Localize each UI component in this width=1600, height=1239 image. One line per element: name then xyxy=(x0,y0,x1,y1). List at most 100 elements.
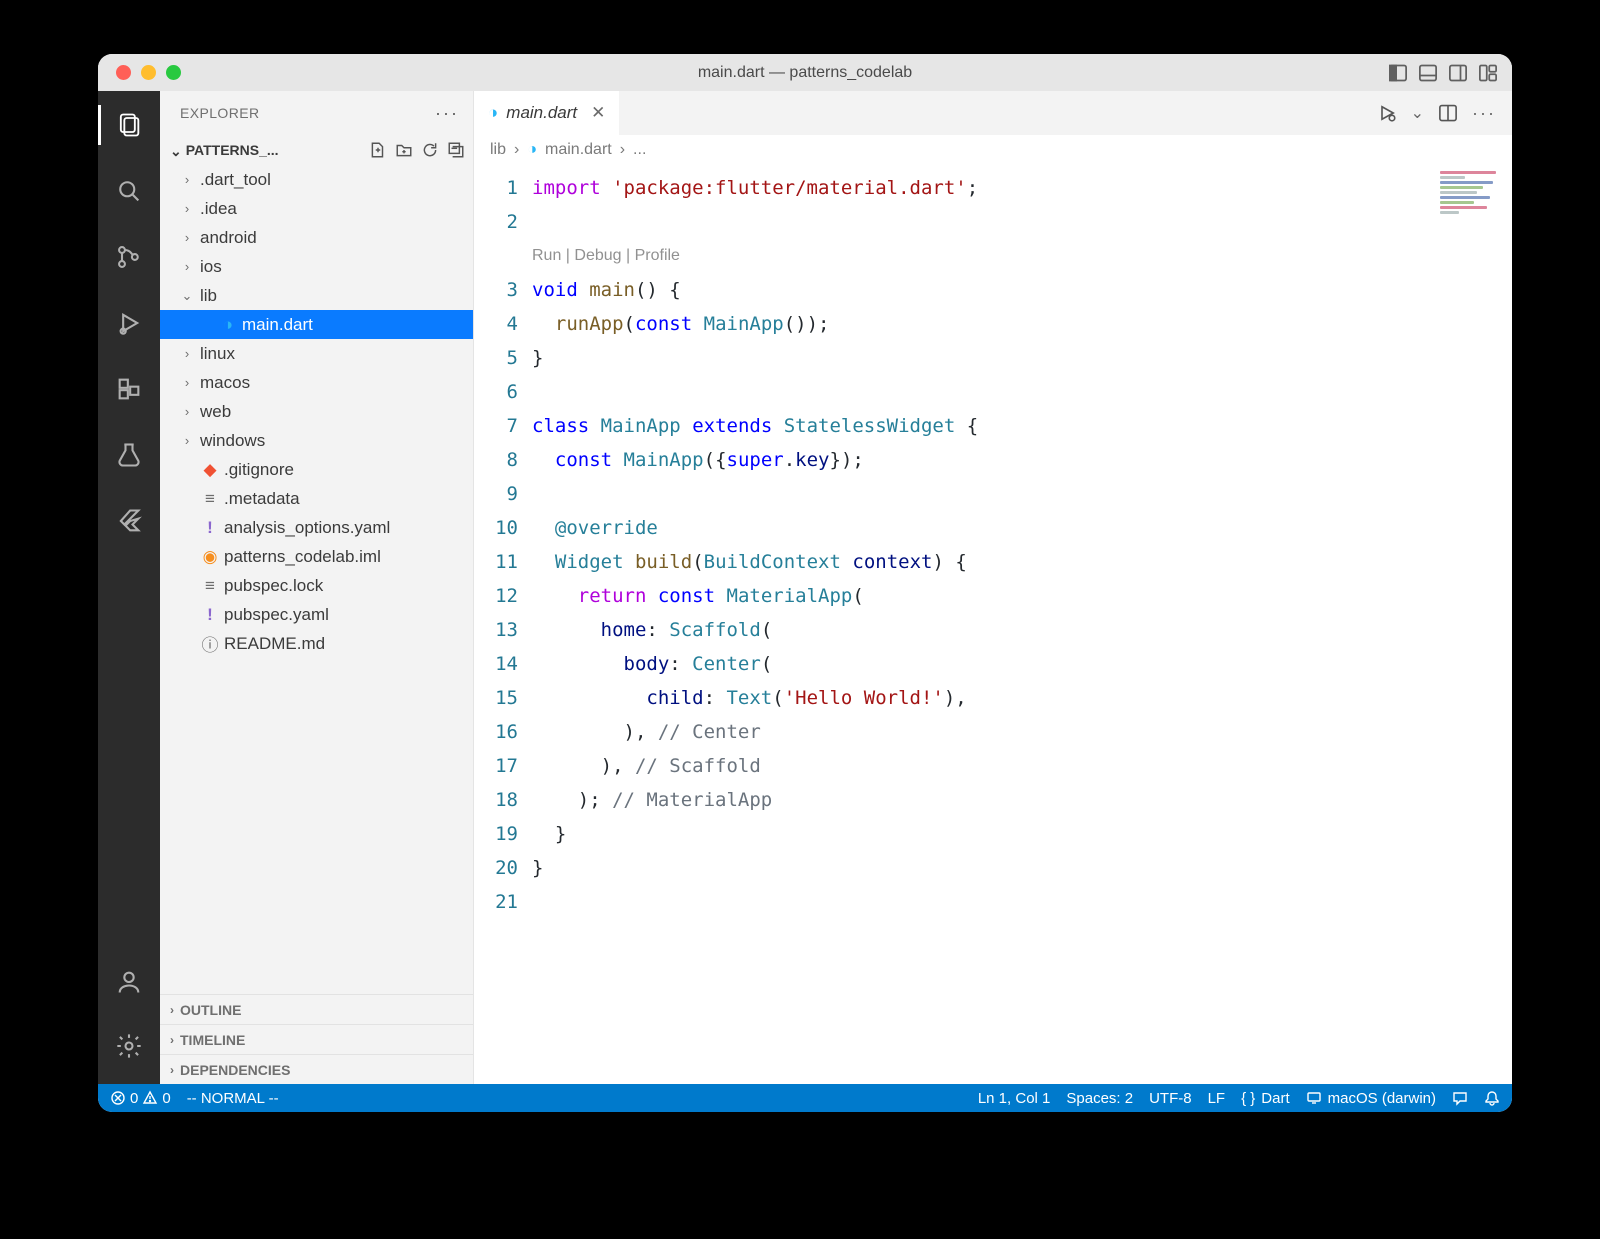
split-editor-icon[interactable] xyxy=(1438,103,1458,123)
tab-main-dart[interactable]: ◑ main.dart ✕ xyxy=(474,91,619,135)
cursor-position[interactable]: Ln 1, Col 1 xyxy=(978,1090,1051,1107)
editor-more-icon[interactable]: ··· xyxy=(1472,103,1496,124)
chevron-icon: › xyxy=(180,230,194,245)
chevron-icon: › xyxy=(180,404,194,419)
dart-icon: ◑ xyxy=(218,315,238,335)
refresh-icon[interactable] xyxy=(421,141,439,159)
file--metadata[interactable]: ≡.metadata xyxy=(160,484,473,513)
folder-ios[interactable]: › ios xyxy=(160,252,473,281)
tree-label: pubspec.yaml xyxy=(224,605,329,625)
scm-view-icon[interactable] xyxy=(98,233,160,281)
chevron-down-icon: ⌄ xyxy=(170,143,182,160)
chevron-icon: ⌄ xyxy=(180,288,194,304)
folder-web[interactable]: › web xyxy=(160,397,473,426)
chevron-icon: › xyxy=(180,375,194,390)
file-main-dart[interactable]: ◑main.dart xyxy=(160,310,473,339)
accounts-icon[interactable] xyxy=(98,958,160,1006)
file-icon: ≡ xyxy=(200,576,220,596)
tab-label: main.dart xyxy=(506,103,577,123)
timeline-panel[interactable]: ›TIMELINE xyxy=(160,1024,473,1054)
breadcrumbs[interactable]: lib› ◑ main.dart› ... xyxy=(474,135,1512,165)
run-config-chevron-icon[interactable]: ⌄ xyxy=(1411,103,1424,123)
collapse-all-icon[interactable] xyxy=(447,141,465,159)
problems-status[interactable]: 0 0 xyxy=(110,1090,171,1107)
file-tree: ›.dart_tool›.idea›android›ios⌄lib◑main.d… xyxy=(160,165,473,994)
tree-label: windows xyxy=(200,431,265,451)
explorer-more-icon[interactable]: ··· xyxy=(435,103,459,124)
tree-label: .metadata xyxy=(224,489,300,509)
run-debug-view-icon[interactable] xyxy=(98,299,160,347)
feedback-icon[interactable] xyxy=(1452,1090,1468,1106)
tree-label: web xyxy=(200,402,231,422)
code-editor[interactable]: 12 3456789101112131415161718192021 impor… xyxy=(474,165,1512,1084)
line-gutter: 12 3456789101112131415161718192021 xyxy=(474,165,532,1084)
file-pubspec-lock[interactable]: ≡pubspec.lock xyxy=(160,571,473,600)
yaml-icon: ! xyxy=(200,518,220,538)
titlebar: main.dart — patterns_codelab xyxy=(98,54,1512,91)
tree-label: lib xyxy=(200,286,217,306)
folder--idea[interactable]: ›.idea xyxy=(160,194,473,223)
vscode-window: main.dart — patterns_codelab xyxy=(98,54,1512,1112)
folder-lib[interactable]: ⌄ lib xyxy=(160,281,473,310)
editor-group: ◑ main.dart ✕ ⌄ ··· lib› ◑ main.dart› ..… xyxy=(474,91,1512,1084)
folder-android[interactable]: ›android xyxy=(160,223,473,252)
tab-bar: ◑ main.dart ✕ ⌄ ··· xyxy=(474,91,1512,135)
close-tab-icon[interactable]: ✕ xyxy=(591,103,605,123)
folder--dart_tool[interactable]: ›.dart_tool xyxy=(160,165,473,194)
explorer-sidebar: EXPLORER ··· ⌄ PATTERNS_... ›.dart_tool›… xyxy=(160,91,474,1084)
tree-label: linux xyxy=(200,344,235,364)
git-icon: ◆ xyxy=(200,460,220,480)
chevron-icon: › xyxy=(180,346,194,361)
search-view-icon[interactable] xyxy=(98,167,160,215)
error-icon xyxy=(110,1090,126,1106)
file-patterns_codelab-iml[interactable]: ◉patterns_codelab.iml xyxy=(160,542,473,571)
tree-label: ios xyxy=(200,257,222,277)
dependencies-panel[interactable]: ›DEPENDENCIES xyxy=(160,1054,473,1084)
tree-label: README.md xyxy=(224,634,325,654)
extensions-view-icon[interactable] xyxy=(98,365,160,413)
settings-gear-icon[interactable] xyxy=(98,1022,160,1070)
tree-label: macos xyxy=(200,373,250,393)
file-analysis_options-yaml[interactable]: !analysis_options.yaml xyxy=(160,513,473,542)
bell-icon[interactable] xyxy=(1484,1090,1500,1106)
activity-bar xyxy=(98,91,160,1084)
device-icon xyxy=(1306,1090,1322,1106)
explorer-view-icon[interactable] xyxy=(98,101,160,149)
new-file-icon[interactable] xyxy=(369,141,387,159)
tree-label: patterns_codelab.iml xyxy=(224,547,381,567)
file-pubspec-yaml[interactable]: !pubspec.yaml xyxy=(160,600,473,629)
folder-windows[interactable]: ›windows xyxy=(160,426,473,455)
run-button-icon[interactable] xyxy=(1377,103,1397,123)
yaml-icon: ! xyxy=(200,605,220,625)
code-content[interactable]: import 'package:flutter/material.dart'; … xyxy=(532,165,1512,1084)
dart-icon: ◑ xyxy=(527,141,537,159)
device-selector[interactable]: macOS (darwin) xyxy=(1306,1090,1436,1107)
braces-icon: { } xyxy=(1241,1090,1255,1107)
sidebar-header: EXPLORER ··· xyxy=(160,91,473,135)
window-title: main.dart — patterns_codelab xyxy=(98,64,1512,82)
indentation[interactable]: Spaces: 2 xyxy=(1066,1090,1133,1107)
rss-icon: ◉ xyxy=(200,547,220,567)
folder-header[interactable]: ⌄ PATTERNS_... xyxy=(160,135,473,165)
eol[interactable]: LF xyxy=(1208,1090,1226,1107)
encoding[interactable]: UTF-8 xyxy=(1149,1090,1192,1107)
info-icon: ⓘ xyxy=(200,631,220,656)
minimap[interactable] xyxy=(1440,171,1502,227)
flutter-view-icon[interactable] xyxy=(98,497,160,545)
status-bar: 0 0 -- NORMAL -- Ln 1, Col 1 Spaces: 2 U… xyxy=(98,1084,1512,1112)
testing-view-icon[interactable] xyxy=(98,431,160,479)
file--gitignore[interactable]: ◆.gitignore xyxy=(160,455,473,484)
tree-label: .dart_tool xyxy=(200,170,271,190)
tree-label: .idea xyxy=(200,199,237,219)
language-mode[interactable]: { }Dart xyxy=(1241,1090,1290,1107)
tree-label: .gitignore xyxy=(224,460,294,480)
folder-macos[interactable]: › macos xyxy=(160,368,473,397)
folder-name: PATTERNS_... xyxy=(186,142,279,158)
chevron-icon: › xyxy=(180,259,194,274)
file-README-md[interactable]: ⓘREADME.md xyxy=(160,629,473,658)
folder-linux[interactable]: › linux xyxy=(160,339,473,368)
new-folder-icon[interactable] xyxy=(395,141,413,159)
tree-label: pubspec.lock xyxy=(224,576,323,596)
tree-label: main.dart xyxy=(242,315,313,335)
outline-panel[interactable]: ›OUTLINE xyxy=(160,994,473,1024)
